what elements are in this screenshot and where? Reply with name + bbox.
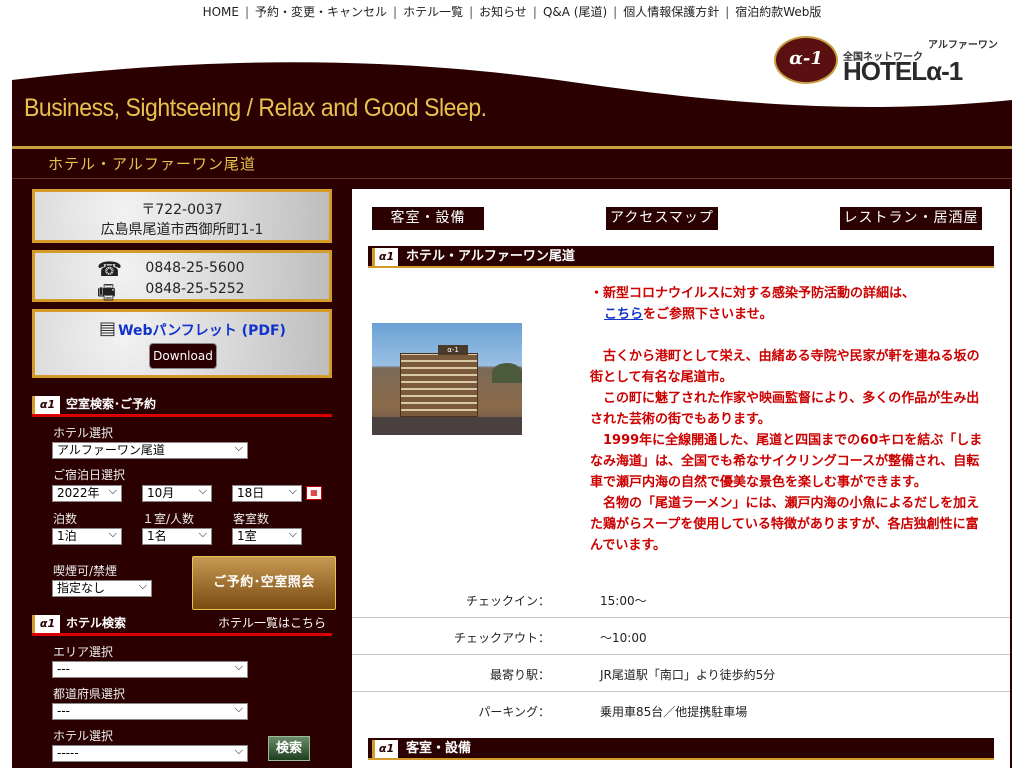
smoking-label: 喫煙可/禁煙 <box>53 564 118 578</box>
prefecture-label: 都道府県選択 <box>53 687 126 701</box>
booking-header-label: 空室検索･ご予約 <box>66 397 157 411</box>
pamphlet-link[interactable]: Webパンフレット (PDF) <box>35 320 329 340</box>
covid-detail-link[interactable]: こちら <box>604 307 643 322</box>
nav-hotel-list[interactable]: ホテル一覧 <box>397 5 469 19</box>
info-value: 15:00〜 <box>600 594 647 608</box>
people-label: １室/人数 <box>142 512 195 526</box>
description-para-3: 1999年に全線開通した、尾道と四国までの60キロを結ぶ「しまなみ海道」は、全国… <box>590 433 983 490</box>
divider <box>12 178 1012 179</box>
people-select[interactable]: 1名 <box>142 526 212 545</box>
hotel-select[interactable]: アルファーワン尾道 <box>52 440 248 459</box>
search-hotel-select[interactable]: ----- <box>52 743 248 762</box>
nav-terms[interactable]: 宿泊約款Web版 <box>729 5 827 19</box>
tab-access-map[interactable]: アクセスマップ <box>606 207 718 230</box>
nav-qa[interactable]: Q&A (尾道) <box>537 5 613 19</box>
booking-header: α1 空室検索･ご予約 <box>32 395 332 417</box>
info-row-parking: パーキング： 乗用車85台／他提携駐車場 <box>352 692 1010 729</box>
year-select[interactable]: 2022年 <box>52 483 122 502</box>
banner-tagline: Business, Sightseeing / Relax and Good S… <box>24 94 487 122</box>
hotel-search-header: α1 ホテル検索 ホテル一覧はこちら <box>32 614 332 636</box>
hotel-list-link[interactable]: ホテル一覧はこちら <box>218 614 326 632</box>
rooms-select[interactable]: 1室 <box>232 526 302 545</box>
photo-sign: α-1 <box>438 345 468 355</box>
month-select[interactable]: 10月 <box>142 483 212 502</box>
pamphlet-box: ▤ Webパンフレット (PDF) Download <box>32 309 332 378</box>
nav-home[interactable]: HOME <box>197 5 245 19</box>
rooms-header-label: 客室・設備 <box>406 741 472 756</box>
download-button[interactable]: Download <box>149 343 217 369</box>
nav-reservation[interactable]: 予約・変更・キャンセル <box>249 5 393 19</box>
info-key: チェックイン： <box>465 594 550 608</box>
nav-news[interactable]: お知らせ <box>473 5 533 19</box>
info-key: 最寄り駅： <box>489 668 550 682</box>
rooms-label: 客室数 <box>233 512 270 526</box>
info-value: 乗用車85台／他提携駐車場 <box>600 705 748 719</box>
info-key: パーキング： <box>478 705 550 719</box>
date-label: ご宿泊日選択 <box>53 468 126 482</box>
description-para-2: この町に魅了された作家や映画監督により、多くの作品が生み出された芸術の街でもあり… <box>590 391 980 427</box>
info-key: チェックアウト： <box>453 631 550 645</box>
alpha-logo-icon: α1 <box>372 248 398 266</box>
info-row-station: 最寄り駅： JR尾道駅「南口」より徒歩約5分 <box>352 655 1010 692</box>
nights-select[interactable]: 1泊 <box>52 526 122 545</box>
prefecture-select[interactable]: --- <box>52 701 248 720</box>
content-header-label: ホテル・アルファーワン尾道 <box>406 249 575 264</box>
content-panel: 客室・設備 アクセスマップ レストラン・居酒屋 α1 ホテル・アルファーワン尾道 … <box>352 189 1010 768</box>
area-select[interactable]: --- <box>52 659 248 678</box>
search-hotel-label: ホテル選択 <box>53 729 114 743</box>
description-para-1: 古くから港町として栄え、由緒ある寺院や民家が軒を連ねる坂の街として有名な尾道市。 <box>590 349 980 385</box>
info-row-checkout: チェックアウト： 〜10:00 <box>352 618 1010 655</box>
hotel-search-header-label: ホテル検索 <box>66 616 127 630</box>
search-button[interactable]: 検索 <box>268 736 310 761</box>
reserve-search-button[interactable]: ご予約･空室照会 <box>192 556 336 610</box>
fax-number: 0848-25-5252 <box>145 281 245 297</box>
info-value: JR尾道駅「南口」より徒歩約5分 <box>600 668 776 682</box>
calendar-icon[interactable]: ▦ <box>306 486 322 500</box>
address-box: 〒722-0037 広島県尾道市西御所町1-1 <box>32 189 332 243</box>
nights-label: 泊数 <box>53 512 78 526</box>
day-select[interactable]: 18日 <box>232 483 302 502</box>
alpha-logo-icon: α1 <box>32 615 60 633</box>
hotel-title: ホテル・アルファーワン尾道 <box>48 155 256 173</box>
logo-kana-text: アルファーワン <box>928 40 998 51</box>
hotel-select-label: ホテル選択 <box>53 426 114 440</box>
nav-privacy[interactable]: 個人情報保護方針 <box>617 5 725 19</box>
area-label: エリア選択 <box>53 645 114 659</box>
address-zip: 〒722-0037 <box>141 202 223 218</box>
tel-number[interactable]: 0848-25-5600 <box>35 260 329 276</box>
address-line: 広島県尾道市西御所町1-1 <box>100 222 264 238</box>
description-para-4: 名物の「尾道ラーメン」には、瀬戸内海の小魚によるだしを加えた鶏がらスープを使用し… <box>590 496 980 553</box>
smoking-select[interactable]: 指定なし <box>52 578 152 597</box>
info-value: 〜10:00 <box>600 631 647 645</box>
top-nav: HOME | 予約・変更・キャンセル | ホテル一覧 | お知らせ | Q&A (尾道) | 個人情… <box>0 3 1024 21</box>
tab-restaurant[interactable]: レストラン・居酒屋 <box>840 207 982 230</box>
alpha-logo-icon: α1 <box>32 396 60 414</box>
covid-notice: ・新型コロナウイルスに対する感染予防活動の詳細は、 <box>590 286 916 301</box>
hotel-photo: α-1 <box>372 323 522 435</box>
contact-box: ☎ 0848-25-5600 🖷 0848-25-5252 <box>32 250 332 304</box>
alpha-logo-icon: α1 <box>372 740 398 758</box>
content-header: α1 ホテル・アルファーワン尾道 <box>368 246 994 268</box>
tab-rooms[interactable]: 客室・設備 <box>372 207 484 230</box>
info-row-checkin: チェックイン： 15:00〜 <box>352 581 1010 618</box>
rooms-header: α1 客室・設備 <box>368 738 994 760</box>
hotel-description: ・新型コロナウイルスに対する感染予防活動の詳細は、 こちらをご参照下さいませ。 … <box>590 283 986 556</box>
